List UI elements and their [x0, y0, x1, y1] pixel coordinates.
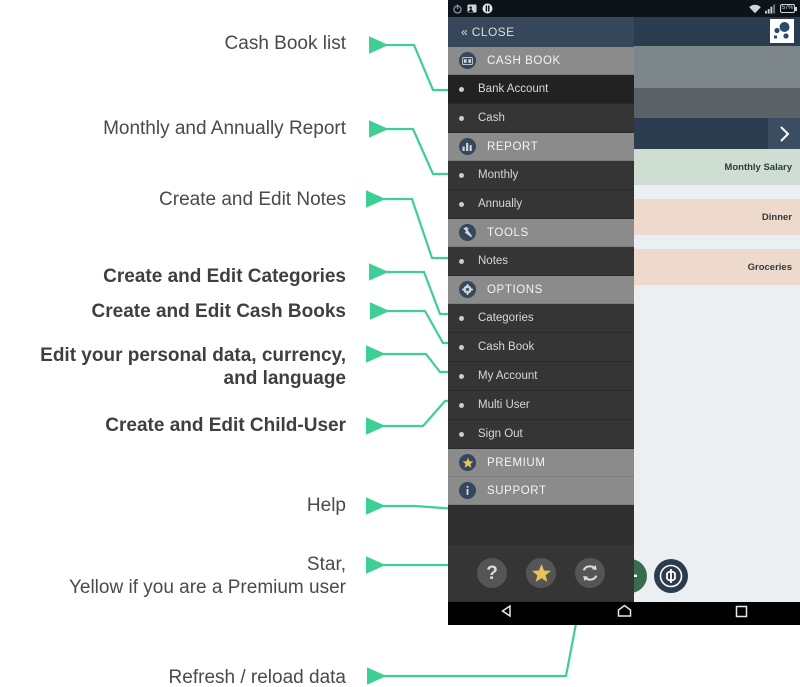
bullet-icon: [459, 402, 464, 408]
bullet-icon: [459, 172, 464, 178]
bullet-icon: [459, 431, 464, 437]
home-icon: [617, 604, 632, 617]
bullet-icon: [459, 373, 464, 379]
wifi-icon: [749, 4, 761, 13]
battery-percent-label: 57%: [781, 5, 793, 11]
drawer-action-bar: ?: [448, 545, 634, 601]
star-icon: [531, 563, 551, 582]
bullet-icon: [459, 258, 464, 264]
annotation-cash-book-list: Cash Book list: [224, 33, 346, 54]
sidebar-item-label: Bank Account: [478, 83, 549, 95]
screenshot-root: Cash Book list Monthly and Annually Repo…: [0, 0, 800, 687]
annotation-create-edit-cash-books: Create and Edit Cash Books: [91, 301, 346, 322]
period-next-button[interactable]: [768, 118, 800, 149]
drawer-section-label: CASH BOOK: [487, 54, 561, 67]
android-status-bar: 57%: [448, 0, 800, 17]
wrench-icon: [459, 224, 476, 241]
bullet-icon: [459, 115, 464, 121]
android-back-button[interactable]: [500, 604, 514, 623]
sidebar-item-multi-user[interactable]: Multi User: [448, 391, 634, 420]
sidebar-item-label: Multi User: [478, 399, 530, 411]
sidebar-item-label: Sign Out: [478, 428, 523, 440]
android-recents-button[interactable]: [735, 605, 748, 623]
gear-icon: [459, 281, 476, 298]
refresh-button[interactable]: [575, 558, 605, 588]
sidebar-item-label: Categories: [478, 312, 534, 324]
drawer-section-premium[interactable]: PREMIUM: [448, 449, 634, 477]
sidebar-item-sign-out[interactable]: Sign Out: [448, 420, 634, 449]
drawer-section-label: OPTIONS: [487, 283, 543, 296]
sidebar-item-label: Cash Book: [478, 341, 535, 353]
refresh-icon: [582, 564, 598, 582]
drawer-spacer: [448, 505, 634, 545]
bullet-icon: [459, 86, 464, 92]
bullet-icon: [459, 344, 464, 350]
phone-screenshot: 57% Bank Account E: [448, 0, 800, 625]
help-button[interactable]: ?: [477, 558, 507, 588]
sidebar-item-label: Cash: [478, 112, 505, 124]
bar-chart-icon: [459, 138, 476, 155]
star-icon: [459, 454, 476, 471]
info-icon: [459, 482, 476, 499]
sidebar-item-label: My Account: [478, 370, 538, 382]
sidebar-item-label: Notes: [478, 255, 509, 267]
sidebar-item-notes[interactable]: Notes: [448, 247, 634, 276]
sidebar-item-annually[interactable]: Annually: [448, 190, 634, 219]
chevron-right-icon: [779, 125, 789, 142]
premium-star-button[interactable]: [526, 558, 556, 588]
sidebar-item-label: Monthly: [478, 169, 519, 181]
signal-icon: [764, 3, 775, 14]
battery-indicator: 57%: [779, 4, 798, 13]
sidebar-item-cash[interactable]: Cash: [448, 104, 634, 133]
screenshot-icon: [467, 4, 477, 13]
power-icon: [453, 4, 462, 14]
pause-icon: [482, 3, 493, 14]
drawer-section-label: SUPPORT: [487, 484, 547, 497]
drawer-close-button[interactable]: « CLOSE: [448, 17, 634, 47]
android-navigation-bar: [448, 602, 800, 625]
drawer-section-label: TOOLS: [487, 226, 529, 239]
annotation-create-edit-child-user: Create and Edit Child-User: [105, 415, 346, 436]
drawer-section-label: PREMIUM: [487, 456, 546, 469]
annotation-monthly-annually-report: Monthly and Annually Report: [103, 118, 346, 139]
sidebar-item-label: Annually: [478, 198, 523, 210]
back-triangle-icon: [500, 604, 511, 618]
cash-book-icon: [459, 52, 476, 69]
square-icon: [736, 605, 748, 617]
drawer-section-label: REPORT: [487, 140, 539, 153]
drawer-section-tools[interactable]: TOOLS: [448, 219, 634, 247]
drawer-section-support[interactable]: SUPPORT: [448, 477, 634, 505]
annotation-edit-personal-data: Edit your personal data, currency, and l…: [40, 345, 346, 389]
sidebar-item-cash-book[interactable]: Cash Book: [448, 333, 634, 362]
annotation-refresh-reload: Refresh / reload data: [168, 667, 346, 687]
question-mark-icon: ?: [486, 562, 498, 584]
annotation-create-edit-notes: Create and Edit Notes: [159, 189, 346, 210]
sidebar-item-my-account[interactable]: My Account: [448, 362, 634, 391]
drawer-close-label: « CLOSE: [461, 25, 515, 39]
sidebar-item-monthly[interactable]: Monthly: [448, 161, 634, 190]
drawer-section-report[interactable]: REPORT: [448, 133, 634, 161]
app-logo-icon: [770, 19, 794, 43]
navigation-drawer: « CLOSE CASH BOOK Bank Account Cash REPO…: [448, 17, 634, 602]
annotation-help: Help: [306, 495, 346, 516]
sync-icon: [659, 564, 683, 588]
annotation-create-edit-categories: Create and Edit Categories: [103, 266, 346, 287]
transaction-category: Groceries: [747, 261, 792, 273]
drawer-section-options[interactable]: OPTIONS: [448, 276, 634, 304]
sidebar-item-bank-account[interactable]: Bank Account: [448, 75, 634, 104]
transaction-category: Monthly Salary: [724, 161, 792, 173]
annotation-star-premium: Star, Yellow if you are a Premium user: [68, 554, 346, 598]
android-home-button[interactable]: [617, 604, 632, 623]
fab-sync-button[interactable]: [654, 559, 688, 593]
drawer-section-cash-book[interactable]: CASH BOOK: [448, 47, 634, 75]
transaction-category: Dinner: [761, 211, 792, 223]
sidebar-item-categories[interactable]: Categories: [448, 304, 634, 333]
bullet-icon: [459, 201, 464, 207]
bullet-icon: [459, 315, 464, 321]
